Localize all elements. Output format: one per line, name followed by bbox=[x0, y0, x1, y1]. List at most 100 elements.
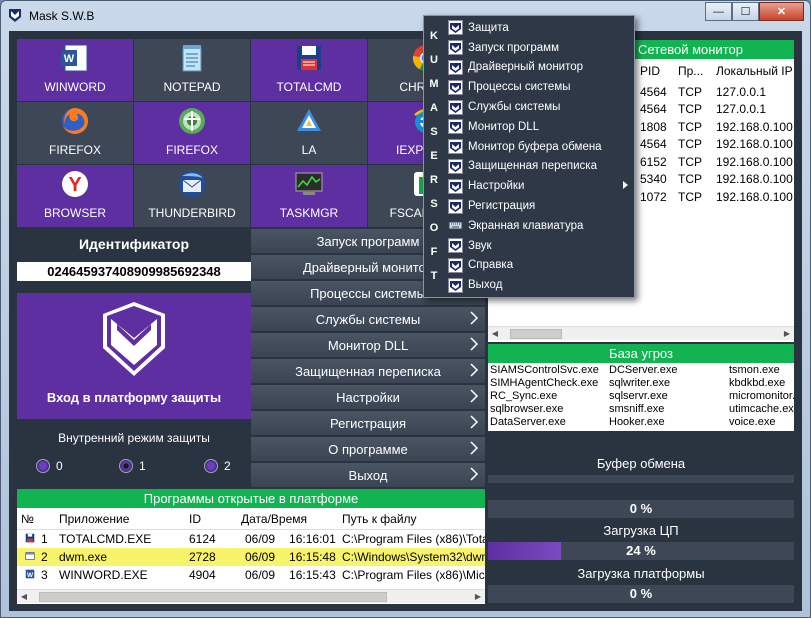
network-hscroll[interactable]: ◀ ▶ bbox=[488, 326, 794, 340]
row-datetime: 06/09 16:15:43 bbox=[245, 568, 336, 582]
app-tile-firefox[interactable]: FIREFOX bbox=[17, 102, 133, 164]
programs-hscroll[interactable]: ◀ ▶ bbox=[17, 589, 485, 603]
col-header-local-ip[interactable]: Локальный IP ... bbox=[712, 64, 794, 78]
menu-button-3[interactable]: Службы системы bbox=[251, 307, 485, 331]
context-menu-label: Справка bbox=[468, 259, 514, 272]
threat-item: voice.exe bbox=[729, 416, 776, 428]
app-tile-winword[interactable]: W WINWORD bbox=[17, 39, 133, 101]
context-menu-label: Выход bbox=[468, 279, 503, 292]
mode-radio-2[interactable]: 2 bbox=[204, 459, 231, 473]
context-menu-label: Драйверный монитор bbox=[468, 61, 584, 74]
row-number: 1 bbox=[41, 532, 48, 546]
context-menu-item-8[interactable]: Настройки bbox=[448, 176, 634, 196]
row-app: WINWORD.EXE bbox=[59, 568, 148, 582]
table-row[interactable]: 1 TOTALCMD.EXE 6124 06/09 16:16:01 C:\Progra… bbox=[17, 530, 485, 548]
title-bar[interactable]: Mask S.W.B — ☐ ✕ bbox=[1, 1, 810, 31]
menu-button-4[interactable]: Монитор DLL bbox=[251, 333, 485, 357]
app-tile-label: FIREFOX bbox=[165, 143, 218, 157]
radio-circle bbox=[36, 459, 50, 473]
menu-button-7[interactable]: Регистрация bbox=[251, 411, 485, 435]
scroll-right-icon[interactable]: ▶ bbox=[780, 327, 794, 341]
menu-button-9[interactable]: Выход bbox=[251, 463, 485, 487]
threat-item: utimcache.exe bbox=[729, 403, 794, 415]
context-menu-item-7[interactable]: Защищенная переписка bbox=[448, 157, 634, 177]
maximize-button[interactable]: ☐ bbox=[732, 2, 759, 21]
row-pid: 1072 bbox=[640, 189, 667, 204]
row-protocol: TCP bbox=[678, 189, 702, 204]
row-id: 6124 bbox=[189, 532, 216, 546]
sound-icon bbox=[448, 238, 463, 254]
clipboard-strip bbox=[488, 475, 794, 483]
context-menu-item-0[interactable]: Защита bbox=[448, 18, 634, 38]
row-id: 4904 bbox=[189, 568, 216, 582]
col-header-id[interactable]: ID bbox=[185, 512, 237, 526]
context-menu-label: Звук bbox=[468, 239, 492, 252]
app-tile-notepad[interactable]: NOTEPAD bbox=[134, 39, 250, 101]
table-header-row: № Приложение ID Дата/Время Путь к файлу bbox=[17, 508, 485, 530]
menu-button-label: Монитор DLL bbox=[327, 337, 409, 353]
context-menu-label: Монитор буфера обмена bbox=[468, 140, 602, 153]
row-local-ip: 192.168.0.100 bbox=[716, 137, 793, 152]
col-header-number[interactable]: № bbox=[17, 512, 55, 526]
row-protocol: TCP bbox=[678, 84, 702, 99]
threat-item: DCServer.exe bbox=[609, 364, 678, 376]
col-header-pid[interactable]: PID bbox=[636, 64, 674, 78]
radio-circle bbox=[204, 459, 218, 473]
context-menu-item-13[interactable]: Выход bbox=[448, 275, 634, 295]
context-menu-item-6[interactable]: Монитор буфера обмена bbox=[448, 137, 634, 157]
chevron-right-icon bbox=[470, 415, 479, 429]
play-icon bbox=[448, 40, 463, 56]
app-tile-browser[interactable]: Y BROWSER bbox=[17, 165, 133, 227]
app-tile-totalcmd[interactable]: TOTALCMD bbox=[251, 39, 367, 101]
context-menu-item-11[interactable]: Звук bbox=[448, 236, 634, 256]
threat-db-header: База угроз bbox=[488, 344, 794, 363]
scroll-left-icon[interactable]: ◀ bbox=[488, 327, 502, 341]
context-menu-item-1[interactable]: Запуск программ bbox=[448, 38, 634, 58]
app-tile-firefox[interactable]: FIREFOX bbox=[134, 102, 250, 164]
threat-item: sqlwriter.exe bbox=[609, 377, 671, 389]
scroll-thumb[interactable] bbox=[39, 592, 387, 602]
app-tile-taskmgr[interactable]: TASKMGR bbox=[251, 165, 367, 227]
menu-button-5[interactable]: Защищенная переписка bbox=[251, 359, 485, 383]
menu-button-label: Службы системы bbox=[315, 311, 421, 327]
scroll-thumb[interactable] bbox=[510, 329, 562, 339]
context-menu-item-12[interactable]: Справка bbox=[448, 256, 634, 276]
context-menu-item-5[interactable]: Монитор DLL bbox=[448, 117, 634, 137]
window-title: Mask S.W.B bbox=[29, 9, 95, 23]
app-tile-la[interactable]: LA bbox=[251, 102, 367, 164]
notepad-icon bbox=[176, 42, 208, 74]
table-row[interactable]: W 3 WINWORD.EXE 4904 06/09 16:15:43 C:\Progra… bbox=[17, 566, 485, 584]
context-menu-label: Экранная клавиатура bbox=[468, 219, 584, 232]
row-local-ip: 127.0.0.1 bbox=[716, 102, 767, 117]
threat-item: DataServer.exe bbox=[490, 416, 566, 428]
col-header-datetime[interactable]: Дата/Время bbox=[237, 512, 338, 526]
context-menu-item-10[interactable]: Экранная клавиатура bbox=[448, 216, 634, 236]
close-button[interactable]: ✕ bbox=[759, 2, 804, 21]
context-menu-item-2[interactable]: Драйверный монитор bbox=[448, 58, 634, 78]
context-menu-label: Настройки bbox=[468, 180, 525, 193]
row-protocol: TCP bbox=[678, 172, 702, 187]
minimize-button[interactable]: — bbox=[705, 2, 732, 21]
mode-radio-1[interactable]: 1 bbox=[119, 459, 146, 473]
context-menu-item-3[interactable]: Процессы системы bbox=[448, 77, 634, 97]
row-path: C:\Program Files (x86)\Total C... bbox=[342, 532, 485, 546]
tor-icon bbox=[176, 105, 208, 137]
app-tile-thunderbird[interactable]: THUNDERBIRD bbox=[134, 165, 250, 227]
context-menu-item-4[interactable]: Службы системы bbox=[448, 97, 634, 117]
word-icon: W bbox=[21, 568, 35, 582]
context-menu-item-9[interactable]: Регистрация bbox=[448, 196, 634, 216]
mode-radio-0[interactable]: 0 bbox=[36, 459, 63, 473]
menu-button-8[interactable]: О программе bbox=[251, 437, 485, 461]
menu-button-6[interactable]: Настройки bbox=[251, 385, 485, 409]
row-app: TOTALCMD.EXE bbox=[59, 532, 152, 546]
scroll-right-icon[interactable]: ▶ bbox=[471, 590, 485, 604]
col-header-protocol[interactable]: Пр... bbox=[674, 64, 712, 78]
col-header-path[interactable]: Путь к файлу bbox=[338, 512, 485, 526]
table-row[interactable]: 2 dwm.exe 2728 06/09 16:15:48 C:\Windows\Sys… bbox=[17, 548, 485, 566]
svg-text:Y: Y bbox=[68, 174, 82, 196]
threat-db-list: SIAMSControlSvc.exe SIMHAgentCheck.exe RC_… bbox=[488, 363, 794, 431]
col-header-app[interactable]: Приложение bbox=[55, 512, 185, 526]
row-protocol: TCP bbox=[678, 137, 702, 152]
login-platform-button[interactable]: Вход в платформу защиты bbox=[17, 293, 251, 419]
scroll-left-icon[interactable]: ◀ bbox=[17, 590, 31, 604]
